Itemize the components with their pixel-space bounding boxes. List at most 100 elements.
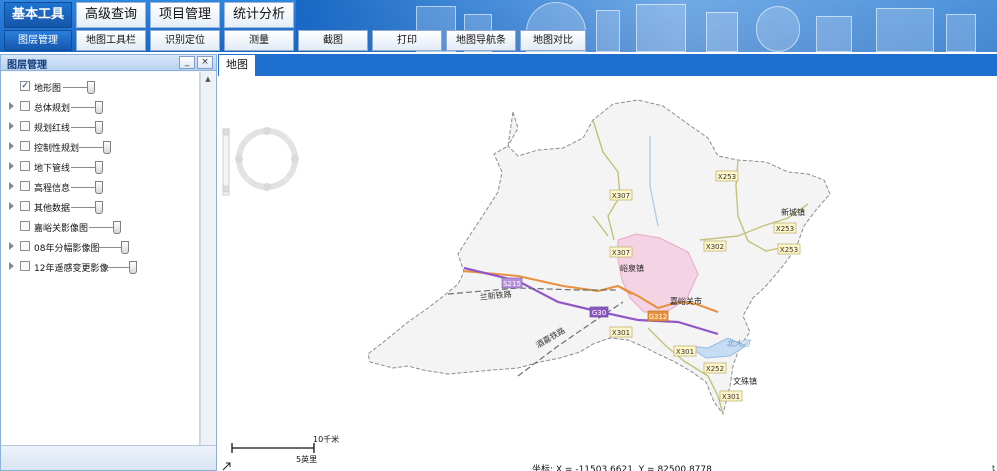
opacity-slider-track[interactable]	[71, 167, 97, 168]
road-badge: X252	[703, 362, 727, 374]
place-label: 嘉峪关市	[670, 296, 702, 306]
tab-basic-tools[interactable]: 基本工具	[4, 2, 72, 28]
expand-arrow-icon[interactable]	[9, 102, 14, 110]
opacity-slider-track[interactable]	[71, 127, 97, 128]
svg-text:G30: G30	[592, 309, 606, 317]
layer-row[interactable]: 08年分幅影像图	[1, 238, 197, 256]
subtab-identify-locate[interactable]: 识别定位	[150, 30, 220, 51]
layer-row[interactable]: 地下管线	[1, 158, 197, 176]
layer-name: 08年分幅影像图	[34, 244, 100, 254]
district-boundary	[367, 99, 831, 416]
expand-arrow-icon[interactable]	[9, 202, 14, 210]
layer-checkbox[interactable]	[20, 121, 30, 131]
layer-checkbox[interactable]	[20, 201, 30, 211]
banner-building	[756, 6, 800, 52]
svg-text:X307: X307	[612, 192, 630, 200]
opacity-slider-thumb[interactable]	[129, 261, 137, 274]
map-canvas[interactable]: X307 X307 X253 X253 X253 X302 S215 G30 G…	[218, 76, 997, 471]
layer-checkbox[interactable]	[20, 221, 30, 231]
opacity-slider-track[interactable]	[97, 247, 123, 248]
minimize-button[interactable]: _	[179, 56, 195, 69]
opacity-slider-thumb[interactable]	[103, 141, 111, 154]
scroll-up-icon[interactable]: ▲	[203, 74, 213, 84]
tab-advanced-query[interactable]: 高级查询	[76, 2, 146, 28]
expand-arrow-icon[interactable]	[9, 122, 14, 130]
layer-row[interactable]: 嘉峪关影像图	[1, 218, 197, 236]
subtab-layer-management[interactable]: 图层管理	[4, 30, 72, 51]
opacity-slider-track[interactable]	[89, 227, 115, 228]
opacity-slider-thumb[interactable]	[95, 181, 103, 194]
opacity-slider-thumb[interactable]	[95, 121, 103, 134]
river-label: 北大河	[726, 339, 752, 348]
layer-name: 控制性规划	[34, 144, 80, 154]
subtab-print[interactable]: 打印	[372, 30, 442, 51]
road-badge: G30	[589, 306, 609, 318]
layer-checkbox[interactable]	[20, 101, 30, 111]
layer-row[interactable]: ✓ 地形图	[1, 78, 197, 96]
opacity-slider-track[interactable]	[79, 147, 105, 148]
expand-arrow-icon[interactable]	[9, 242, 14, 250]
road-badge: X253	[777, 243, 801, 255]
pan-control-icon[interactable]	[235, 127, 299, 191]
opacity-slider-thumb[interactable]	[87, 81, 95, 94]
layer-name: 总体规划	[34, 104, 71, 114]
layer-row[interactable]: 12年遥感变更影像	[1, 258, 197, 276]
opacity-slider-thumb[interactable]	[113, 221, 121, 234]
layer-row[interactable]: 规划红线	[1, 118, 197, 136]
svg-text:G312: G312	[649, 313, 668, 321]
subtab-screenshot[interactable]: 截图	[298, 30, 368, 51]
layer-checkbox[interactable]: ✓	[20, 81, 30, 91]
close-button[interactable]: ×	[197, 56, 213, 69]
road-badge: S215	[501, 277, 523, 289]
svg-text:X301: X301	[612, 329, 630, 337]
place-label: 新城镇	[781, 207, 805, 217]
opacity-slider-thumb[interactable]	[95, 161, 103, 174]
layer-name: 地形图	[34, 84, 62, 94]
expand-arrow-icon[interactable]	[9, 182, 14, 190]
panel-footer	[1, 445, 216, 470]
corner-glyph: t	[992, 464, 996, 471]
opacity-slider-track[interactable]	[71, 187, 97, 188]
svg-text:X253: X253	[780, 246, 798, 254]
tab-project-management[interactable]: 项目管理	[150, 2, 220, 28]
tab-map[interactable]: 地图	[218, 54, 256, 76]
panel-title: 图层管理	[7, 60, 47, 71]
layer-checkbox[interactable]	[20, 181, 30, 191]
expand-arrow-icon[interactable]	[9, 162, 14, 170]
layer-checkbox[interactable]	[20, 241, 30, 251]
opacity-slider-track[interactable]	[105, 267, 131, 268]
opacity-slider-thumb[interactable]	[95, 201, 103, 214]
opacity-slider-thumb[interactable]	[121, 241, 129, 254]
layer-name: 规划红线	[34, 124, 71, 134]
layer-row[interactable]: 总体规划	[1, 98, 197, 116]
subtab-map-navigation[interactable]: 地图导航条	[446, 30, 516, 51]
expand-arrow-icon[interactable]	[9, 262, 14, 270]
layer-checkbox[interactable]	[20, 141, 30, 151]
road-badge: X301	[719, 390, 743, 402]
layer-row[interactable]: 高程信息	[1, 178, 197, 196]
opacity-slider-track[interactable]	[63, 87, 89, 88]
opacity-slider-track[interactable]	[71, 207, 97, 208]
layer-name: 其他数据	[34, 204, 71, 214]
subtab-map-toolbar[interactable]: 地图工具栏	[76, 30, 146, 51]
opacity-slider-thumb[interactable]	[95, 101, 103, 114]
layer-row[interactable]: 控制性规划	[1, 138, 197, 156]
opacity-slider-track[interactable]	[71, 107, 97, 108]
layer-panel: 图层管理 _ × ✓ 地形图 总体规划 规划红线 控制性规划 地下管线 高程信息…	[0, 54, 217, 471]
layer-name: 地下管线	[34, 164, 71, 174]
road-badge: G312	[647, 310, 669, 322]
road-badge: X307	[609, 246, 633, 258]
zoom-slider[interactable]	[222, 128, 230, 196]
layer-tree: ✓ 地形图 总体规划 规划红线 控制性规划 地下管线 高程信息 其他数据 嘉峪关…	[1, 72, 200, 458]
layer-scrollbar[interactable]: ▲ ▼	[200, 72, 215, 458]
layer-row[interactable]: 其他数据	[1, 198, 197, 216]
subtab-measure[interactable]: 测量	[224, 30, 294, 51]
expand-arrow-icon[interactable]	[9, 142, 14, 150]
layer-checkbox[interactable]	[20, 261, 30, 271]
subtab-map-compare[interactable]: 地图对比	[520, 30, 586, 51]
tab-statistics[interactable]: 统计分析	[224, 2, 294, 28]
banner-building	[636, 4, 686, 52]
layer-checkbox[interactable]	[20, 161, 30, 171]
map-view[interactable]: X307 X307 X253 X253 X253 X302 S215 G30 G…	[218, 76, 997, 471]
scale-km-label: 10千米	[313, 434, 339, 444]
